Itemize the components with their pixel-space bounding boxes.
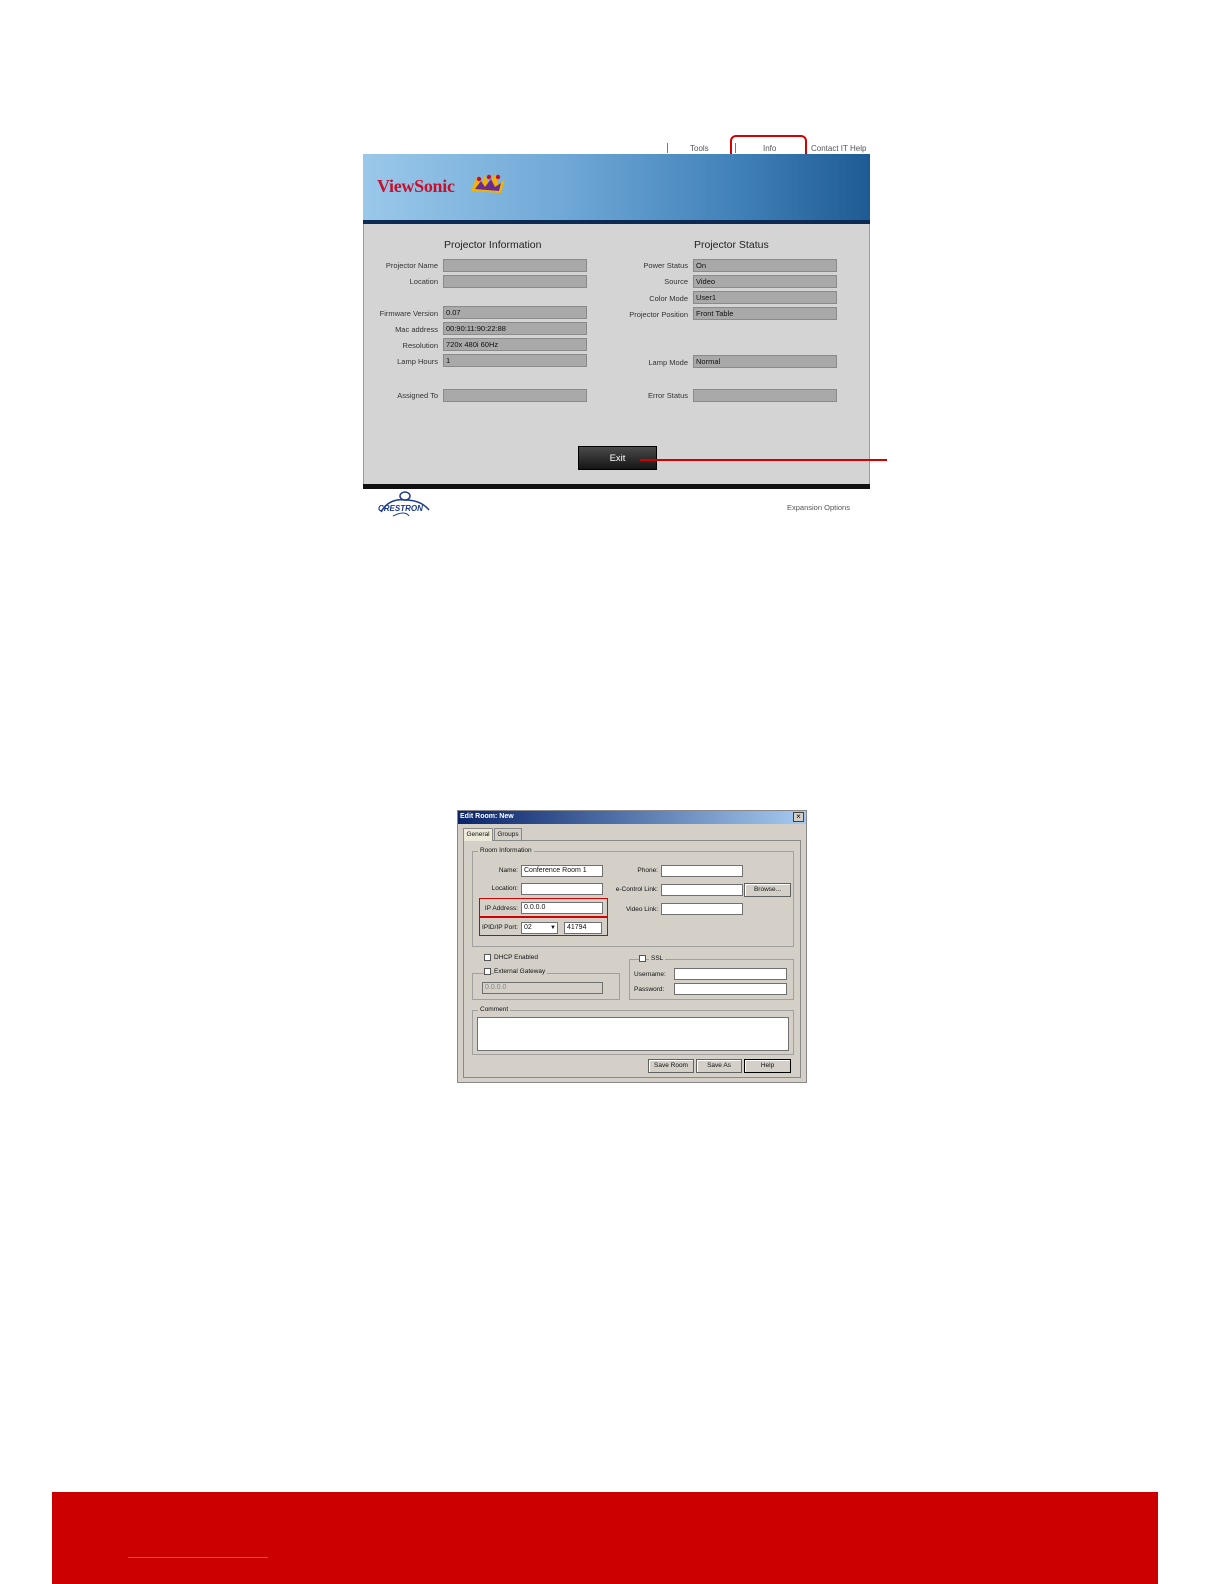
field-label: Error Status [647, 391, 688, 400]
close-icon[interactable]: × [793, 812, 804, 822]
location-input[interactable] [521, 883, 603, 895]
projector-status-title: Projector Status [694, 239, 769, 251]
browse-button[interactable]: Browse... [744, 883, 791, 897]
viewsonic-logo-text: ViewSonic [377, 176, 455, 196]
lamp-mode-field: Normal [693, 355, 837, 368]
exit-button[interactable]: Exit [578, 446, 657, 470]
crestron-logo-icon: CRESTRON [378, 491, 430, 517]
name-input[interactable]: Conference Room 1 [521, 865, 603, 877]
power-status-field: On [693, 259, 837, 272]
dhcp-label: DHCP Enabled [494, 954, 538, 961]
save-as-button[interactable]: Save As [696, 1059, 742, 1073]
panel-bottom-bar [363, 484, 870, 489]
firmware-version-field: 0.07 [443, 306, 587, 319]
projector-information-title: Projector Information [444, 239, 542, 251]
econtrol-link-label: e-Control Link: [615, 886, 658, 893]
nav-contact-link[interactable]: Contact IT Help [811, 144, 866, 153]
external-gateway-input: 0.0.0.0 [482, 982, 603, 994]
name-label: Name: [498, 867, 518, 874]
phone-label: Phone: [637, 867, 658, 874]
username-label: Username: [634, 971, 666, 978]
help-button[interactable]: Help [744, 1059, 791, 1073]
field-label: Projector Name [385, 261, 438, 270]
field-label: Projector Position [629, 310, 688, 319]
lamp-hours-field: 1 [443, 354, 587, 367]
crestron-logo-text: CRESTRON [378, 504, 423, 513]
location-field [443, 275, 587, 288]
footer-link-underline[interactable] [128, 1557, 268, 1558]
ssl-checkbox[interactable] [639, 955, 646, 962]
username-input[interactable] [674, 968, 787, 980]
projector-web-ui: Tools Info Contact IT Help ViewSonic Pro… [363, 135, 887, 523]
resolution-field: 720x 480i 60Hz [443, 338, 587, 351]
password-label: Password: [634, 986, 665, 993]
field-label: Resolution [402, 341, 438, 350]
expansion-options-link[interactable]: Expansion Options [787, 503, 850, 512]
edit-room-dialog: Edit Room: New × General Groups Room Inf… [457, 810, 807, 1083]
save-room-button[interactable]: Save Room [648, 1059, 694, 1073]
footer-bar [52, 1492, 1158, 1584]
error-status-field [693, 389, 837, 402]
exit-callout-line [640, 459, 887, 461]
video-link-input[interactable] [661, 903, 743, 915]
comment-textarea[interactable] [477, 1017, 789, 1051]
nav-tools-link[interactable]: Tools [690, 144, 709, 153]
projector-name-field [443, 259, 587, 272]
field-label: Assigned To [397, 391, 438, 400]
ipid-port-highlight [479, 917, 608, 936]
field-label: Lamp Mode [648, 358, 688, 367]
field-label: Mac address [395, 325, 438, 334]
field-label: Source [664, 277, 688, 286]
field-label: Power Status [643, 261, 688, 270]
field-label: Location [409, 277, 438, 286]
location-label: Location: [491, 885, 518, 892]
password-input[interactable] [674, 983, 787, 995]
dhcp-checkbox[interactable] [484, 954, 491, 961]
external-gateway-checkbox[interactable] [484, 968, 491, 975]
projector-position-field: Front Table [693, 307, 837, 320]
field-label: Color Mode [649, 294, 688, 303]
viewsonic-birds-logo-icon [471, 174, 505, 193]
room-information-title: Room Information [478, 847, 534, 854]
ip-address-highlight [479, 898, 608, 917]
field-label: Lamp Hours [397, 357, 438, 366]
tab-groups[interactable]: Groups [494, 828, 522, 840]
nav-divider [667, 143, 668, 153]
tab-general[interactable]: General [463, 828, 493, 841]
external-gateway-label: External Gateway [494, 968, 548, 975]
phone-input[interactable] [661, 865, 743, 877]
comment-title: Comment [478, 1006, 511, 1013]
source-field: Video [693, 275, 837, 288]
dialog-titlebar: Edit Room: New × [458, 811, 806, 824]
assigned-to-field [443, 389, 587, 402]
color-mode-field: User1 [693, 291, 837, 304]
field-label: Firmware Version [379, 309, 438, 318]
mac-address-field: 00:90:11:90:22:88 [443, 322, 587, 335]
ssl-label: SSL [649, 955, 666, 962]
econtrol-link-input[interactable] [661, 884, 743, 896]
dialog-title: Edit Room: New [460, 813, 514, 820]
video-link-label: Video Link: [625, 906, 658, 913]
